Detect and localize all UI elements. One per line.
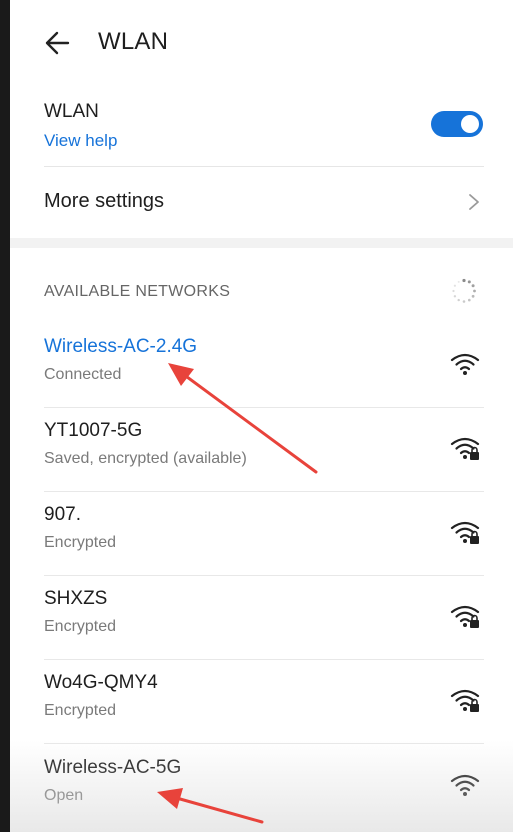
more-settings-label: More settings [44, 190, 165, 212]
network-item[interactable]: Wireless-AC-5G Open [10, 745, 513, 829]
available-networks-header: AVAILABLE NETWORKS [10, 248, 513, 324]
section-title: AVAILABLE NETWORKS [44, 283, 231, 300]
network-name: Wireless-AC-2.4G [44, 336, 198, 357]
wifi-locked-icon [450, 605, 480, 628]
wlan-label: WLAN [44, 101, 99, 122]
network-status: Encrypted [44, 618, 117, 635]
network-status: Encrypted [44, 702, 117, 719]
wlan-settings-screen: WLAN WLAN View help More settings AVAILA… [10, 0, 513, 832]
view-help-link[interactable]: View help [44, 131, 117, 151]
wifi-locked-icon [450, 689, 480, 712]
wifi-locked-icon [450, 521, 480, 544]
network-status: Open [44, 787, 84, 804]
page-title: WLAN [98, 28, 169, 55]
network-status: Encrypted [44, 534, 117, 551]
network-status: Saved, encrypted (available) [44, 450, 247, 467]
network-name: SHXZS [44, 588, 108, 609]
network-item[interactable]: Wireless-AC-2.4G Connected [10, 324, 513, 408]
wifi-signal-icon [450, 353, 480, 375]
device-edge [0, 0, 10, 832]
loading-spinner-icon [452, 278, 476, 303]
app-header: WLAN [10, 0, 513, 88]
wlan-toggle-switch[interactable] [431, 111, 483, 137]
network-name: Wireless-AC-5G [44, 757, 182, 778]
toggle-knob [461, 115, 479, 133]
network-status: Connected [44, 366, 122, 383]
wlan-toggle-row[interactable]: WLAN View help [10, 88, 513, 166]
wifi-signal-icon [450, 774, 480, 796]
network-name: Wo4G-QMY4 [44, 672, 158, 693]
network-name: YT1007-5G [44, 420, 143, 441]
network-item[interactable]: YT1007-5G Saved, encrypted (available) [10, 408, 513, 492]
arrow-left-icon [45, 31, 70, 55]
network-item[interactable]: SHXZS Encrypted [10, 576, 513, 660]
more-settings-row[interactable]: More settings [10, 166, 513, 238]
chevron-right-icon [469, 194, 479, 210]
network-item[interactable]: 907. Encrypted [10, 492, 513, 576]
network-name: 907. [44, 504, 81, 525]
section-gap [10, 238, 513, 248]
network-item[interactable]: Wo4G-QMY4 Encrypted [10, 660, 513, 744]
divider [44, 743, 484, 744]
back-button[interactable] [40, 26, 80, 60]
wifi-locked-icon [450, 437, 480, 460]
